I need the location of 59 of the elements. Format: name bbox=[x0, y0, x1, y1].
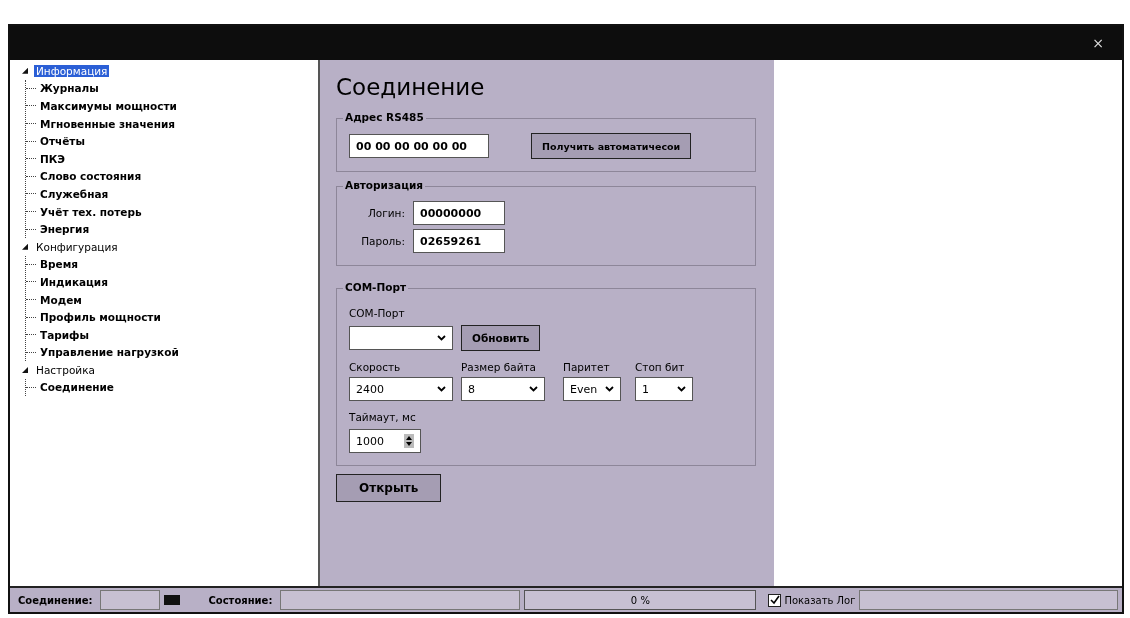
group-legend: Авторизация bbox=[343, 179, 425, 191]
tree-item[interactable]: ПКЭ bbox=[38, 152, 68, 165]
caret-icon bbox=[605, 386, 614, 392]
caret-icon bbox=[437, 386, 446, 392]
tree-item[interactable]: Профиль мощности bbox=[38, 311, 163, 324]
spinner-arrows-icon bbox=[404, 434, 414, 448]
panel-title: Соединение bbox=[336, 74, 486, 100]
close-button[interactable]: × bbox=[1092, 35, 1104, 51]
field-label: Размер байта bbox=[461, 361, 538, 373]
tree-item[interactable]: Учёт тех. потерь bbox=[38, 205, 144, 218]
tree-item[interactable]: Максимумы мощности bbox=[38, 100, 179, 112]
login-field[interactable]: 00000000 bbox=[413, 201, 505, 225]
setting-dropdown[interactable]: 2400 bbox=[349, 377, 453, 401]
field-label: Таймаут, мс bbox=[349, 411, 417, 423]
tree-item[interactable]: Энергия bbox=[38, 223, 92, 236]
tree-item[interactable]: Информация bbox=[34, 64, 110, 77]
tree-item[interactable]: Журналы bbox=[38, 82, 101, 95]
open-button[interactable]: Открыть bbox=[336, 474, 442, 502]
field-label: Стоп бит bbox=[635, 361, 686, 373]
setting-dropdown[interactable]: Even bbox=[563, 377, 621, 401]
tree-item[interactable]: Время bbox=[38, 258, 80, 271]
tree-item[interactable]: Настройка bbox=[34, 363, 97, 376]
group-legend: COM-Порт bbox=[343, 281, 409, 293]
tree-item[interactable]: Отчёты bbox=[38, 135, 87, 148]
tree-item[interactable]: Служебная bbox=[38, 187, 111, 200]
address-field[interactable]: 00 00 00 00 00 00 bbox=[349, 134, 489, 158]
show-log-checkbox[interactable]: Показать Лог bbox=[768, 593, 856, 607]
expand-icon[interactable] bbox=[22, 366, 28, 373]
tree-item[interactable]: Тарифы bbox=[38, 328, 92, 341]
expand-icon[interactable] bbox=[22, 243, 28, 250]
tree-item[interactable]: Индикация bbox=[38, 275, 110, 288]
field-label: Паритет bbox=[563, 361, 611, 373]
auto-detect-button[interactable]: Получить автоматичесои bbox=[531, 133, 692, 159]
setting-dropdown[interactable]: 8 bbox=[461, 377, 545, 401]
connection-indicator bbox=[164, 595, 181, 605]
tree-item[interactable]: Мгновенные значения bbox=[38, 117, 178, 130]
field-label: COM-Порт bbox=[349, 307, 406, 319]
status-label: Соединение: bbox=[17, 594, 94, 606]
caret-icon bbox=[529, 386, 538, 392]
refresh-button[interactable]: Обновить bbox=[461, 325, 541, 351]
tree-item[interactable]: Модем bbox=[38, 293, 84, 306]
tree-item[interactable]: Соединение bbox=[38, 381, 116, 394]
timeout-spinner[interactable]: 1000 bbox=[349, 429, 421, 453]
port-dropdown[interactable] bbox=[349, 326, 453, 350]
status-label: Состояние: bbox=[207, 594, 274, 606]
tree-item[interactable]: Конфигурация bbox=[34, 240, 120, 253]
group-legend: Адрес RS485 bbox=[343, 111, 426, 123]
tree-item[interactable]: Слово состояния bbox=[38, 170, 144, 183]
progress-text: 0 % bbox=[630, 594, 650, 606]
expand-icon[interactable] bbox=[22, 67, 28, 74]
caret-icon bbox=[677, 386, 686, 392]
field-label: Скорость bbox=[349, 361, 402, 373]
tree-item[interactable]: Управление нагрузкой bbox=[38, 346, 181, 359]
password-field[interactable]: 02659261 bbox=[413, 229, 505, 253]
caret-icon bbox=[437, 335, 446, 341]
setting-dropdown[interactable]: 1 bbox=[635, 377, 693, 401]
login-label: Логин: bbox=[366, 207, 405, 219]
password-label: Пароль: bbox=[360, 235, 405, 247]
status-field bbox=[100, 590, 161, 610]
